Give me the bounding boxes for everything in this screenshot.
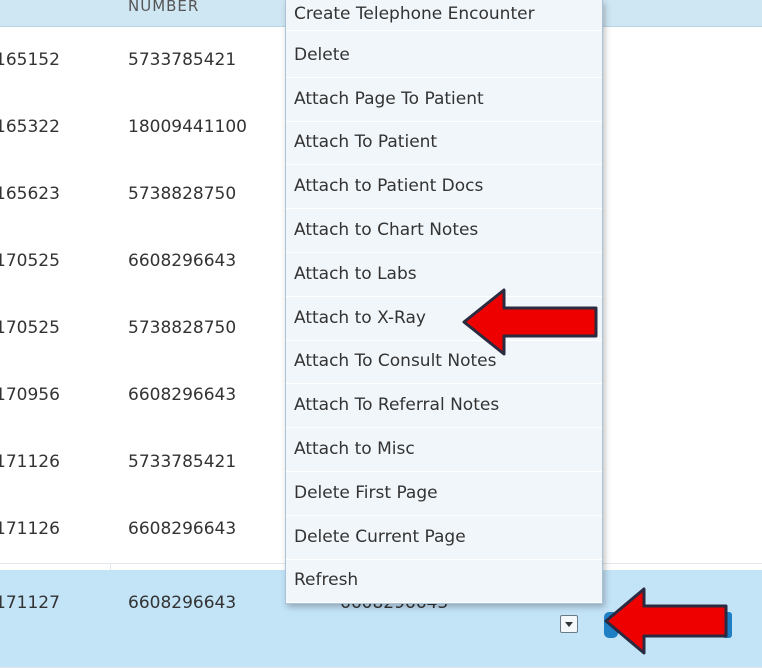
menu-item-delete-first-page[interactable]: Delete First Page	[286, 473, 602, 516]
id-value: 171127	[0, 593, 60, 613]
id-value: 165623	[0, 184, 60, 204]
id-cell: 171126	[0, 496, 110, 563]
id-value: 171126	[0, 452, 60, 472]
id-cell: 170525	[0, 228, 110, 295]
id-cell: 170956	[0, 362, 110, 429]
menu-item-create-telephone-encounter[interactable]: Create Telephone Encounter	[286, 0, 602, 31]
id-cell: 165322	[0, 94, 110, 161]
menu-item-attach-page-to-patient[interactable]: Attach Page To Patient	[286, 79, 602, 122]
id-value: 165322	[0, 117, 60, 137]
id-cell: 165152	[0, 27, 110, 94]
menu-item-attach-to-chart-notes[interactable]: Attach to Chart Notes	[286, 210, 602, 253]
column-header-label: NUMBER	[128, 0, 200, 15]
menu-item-attach-to-misc[interactable]: Attach to Misc	[286, 429, 602, 472]
menu-item-attach-to-referral-notes[interactable]: Attach To Referral Notes	[286, 385, 602, 428]
id-value: 170956	[0, 385, 60, 405]
id-value: 170525	[0, 318, 60, 338]
id-cell: 171126	[0, 429, 110, 496]
id-cell: 165623	[0, 161, 110, 228]
menu-item-attach-to-patient-docs[interactable]: Attach to Patient Docs	[286, 166, 602, 209]
menu-item-delete-current-page[interactable]: Delete Current Page	[286, 517, 602, 560]
menu-item-delete[interactable]: Delete	[286, 35, 602, 78]
id-value: 170525	[0, 251, 60, 271]
id-cell: 170525	[0, 295, 110, 362]
annotation-arrow-icon	[604, 587, 728, 655]
id-value: 165152	[0, 50, 60, 70]
dropdown-arrow-icon[interactable]	[560, 615, 578, 633]
menu-item-refresh[interactable]: Refresh	[286, 560, 602, 603]
id-value: 171126	[0, 519, 60, 539]
id-cell: 171127	[0, 570, 110, 637]
menu-item-attach-to-patient[interactable]: Attach To Patient	[286, 122, 602, 165]
annotation-arrow-icon	[462, 288, 598, 356]
